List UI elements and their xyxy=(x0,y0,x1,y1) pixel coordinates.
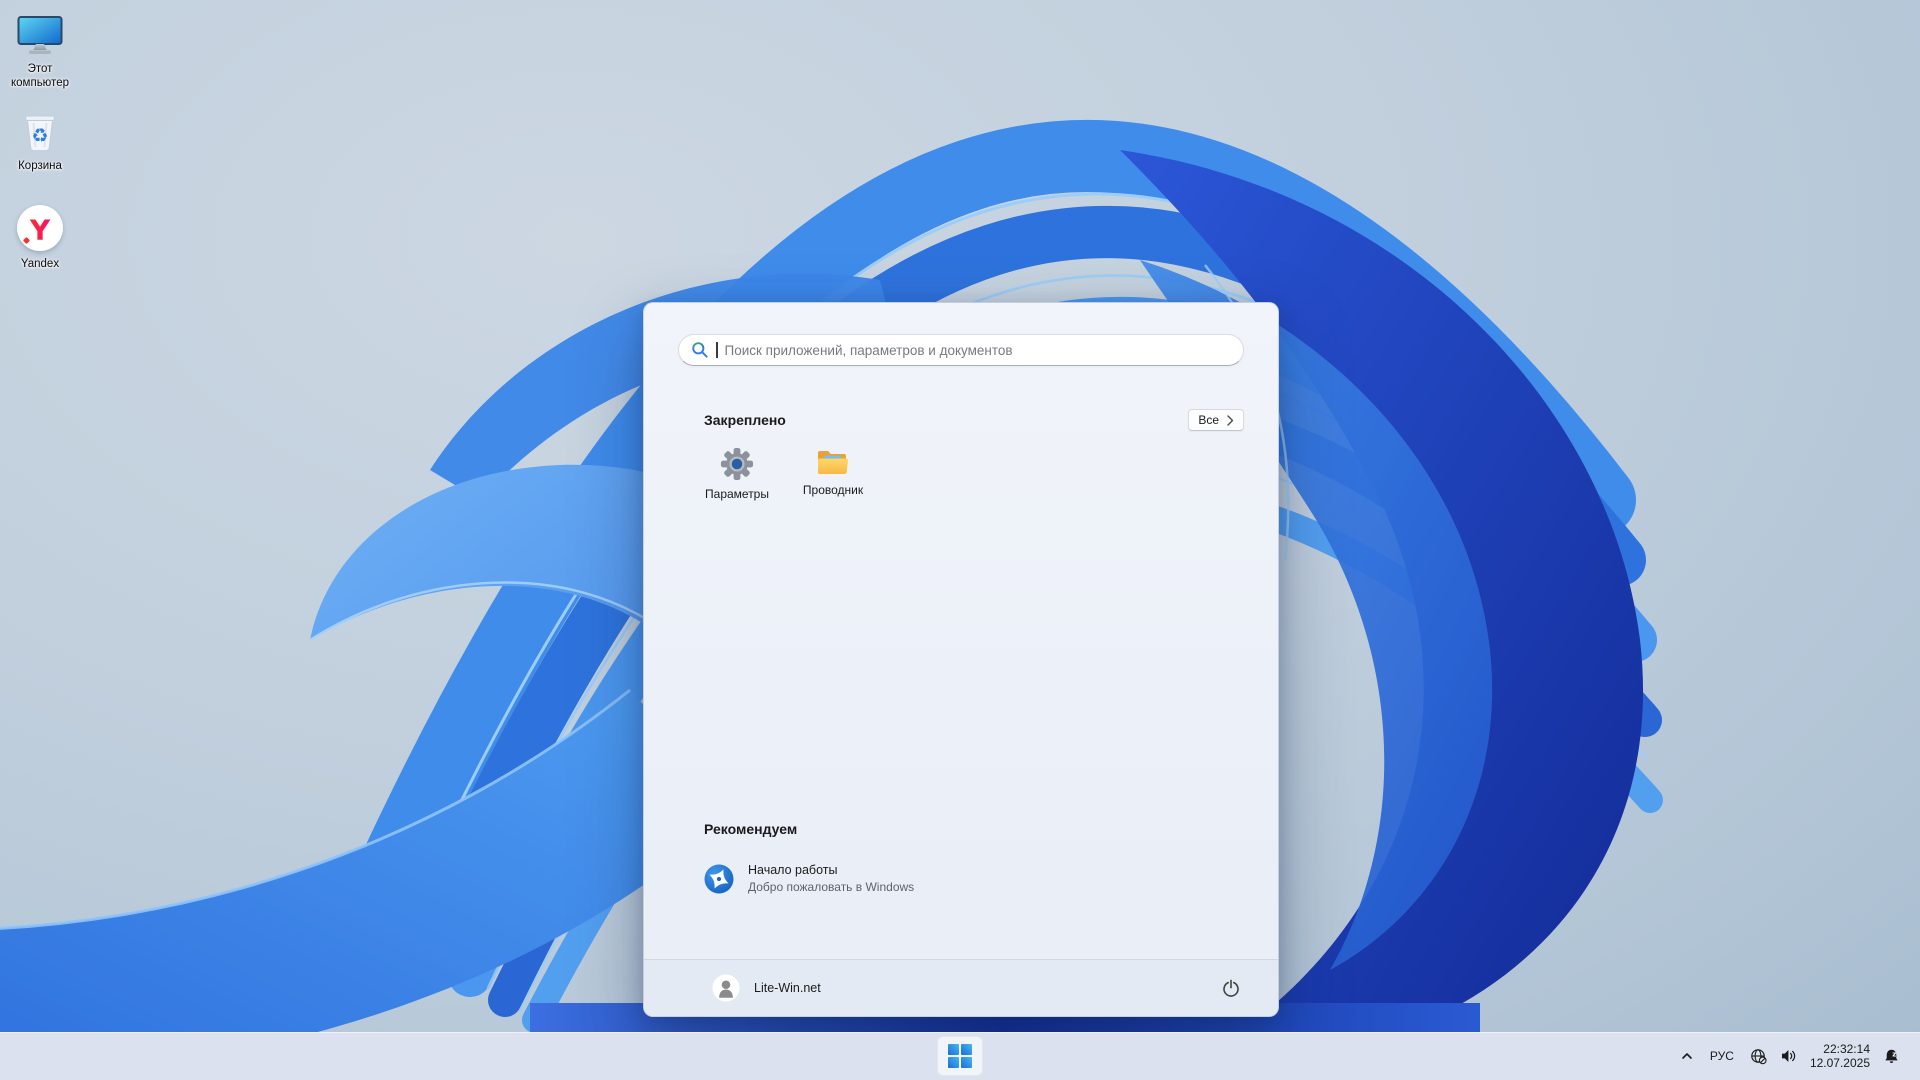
settings-gear-icon xyxy=(720,447,754,481)
tray-time: 22:32:14 xyxy=(1823,1042,1870,1056)
start-menu-empty-area xyxy=(644,526,1278,820)
yandex-browser-icon: Y xyxy=(17,201,63,255)
desktop-icon-label: Этот компьютер xyxy=(11,63,69,89)
computer-icon xyxy=(17,10,63,60)
desktop-icon-recycle-bin[interactable]: ♻ Корзина xyxy=(2,107,78,174)
all-button-label: Все xyxy=(1198,413,1219,427)
user-avatar-icon xyxy=(712,974,740,1002)
desktop-icon-label: Корзина xyxy=(18,160,62,172)
recommended-item-title: Начало работы xyxy=(748,863,838,877)
folder-explorer-icon xyxy=(818,451,849,475)
recommended-title: Рекомендуем xyxy=(704,820,798,837)
search-input[interactable] xyxy=(724,342,1231,358)
recommended-item-subtitle: Добро пожаловать в Windows xyxy=(748,880,915,894)
user-profile-button[interactable]: Lite-Win.net xyxy=(706,968,831,1008)
search-icon xyxy=(692,342,708,358)
get-started-icon xyxy=(704,864,734,893)
pinned-section-header: Закреплено Все xyxy=(644,409,1278,431)
tray-date: 12.07.2025 xyxy=(1809,1056,1870,1070)
pinned-app-label: Проводник xyxy=(802,483,864,497)
pinned-title: Закреплено xyxy=(704,412,786,428)
network-button[interactable] xyxy=(1750,1048,1767,1065)
desktop-icon-label: Yandex xyxy=(20,258,60,270)
chevron-up-icon xyxy=(1682,1053,1692,1059)
taskbar: РУС 22:32:14 12.07.2025 z xyxy=(0,1032,1920,1080)
chevron-right-icon xyxy=(1227,414,1234,426)
language-indicator[interactable]: РУС xyxy=(1707,1049,1737,1063)
notification-center-button[interactable]: z xyxy=(1883,1048,1900,1065)
svg-text:Y: Y xyxy=(29,214,51,247)
recommended-item-get-started[interactable]: Начало работы Добро пожаловать в Windows xyxy=(690,855,1244,902)
recommended-section-header: Рекомендуем xyxy=(644,820,1278,837)
globe-no-internet-icon xyxy=(1751,1048,1767,1064)
start-menu-footer: Lite-Win.net xyxy=(644,959,1278,1016)
svg-text:z: z xyxy=(1892,1050,1896,1058)
speaker-icon xyxy=(1781,1050,1796,1062)
svg-text:♻: ♻ xyxy=(31,125,48,147)
text-caret xyxy=(716,342,718,358)
system-tray: РУС 22:32:14 12.07.2025 z xyxy=(1680,1032,1920,1080)
pinned-app-settings[interactable]: Параметры xyxy=(689,440,785,526)
user-name-label: Lite-Win.net xyxy=(754,981,821,995)
volume-button[interactable] xyxy=(1780,1048,1797,1064)
pinned-app-explorer[interactable]: Проводник xyxy=(785,440,881,526)
start-menu-panel: Закреплено Все xyxy=(643,302,1279,1017)
tray-overflow-button[interactable] xyxy=(1680,1049,1694,1063)
recommended-item-text: Начало работы Добро пожаловать в Windows xyxy=(748,863,914,894)
desktop-icon-yandex[interactable]: Y Yandex xyxy=(2,201,78,272)
pinned-all-button[interactable]: Все xyxy=(1188,409,1244,431)
start-search-box[interactable] xyxy=(678,334,1244,366)
clock[interactable]: 22:32:14 12.07.2025 xyxy=(1810,1042,1870,1070)
desktop-icon-this-pc[interactable]: Этот компьютер xyxy=(2,10,78,91)
pinned-app-label: Параметры xyxy=(705,487,769,501)
pinned-apps-grid: Параметры Проводник xyxy=(644,440,1278,526)
power-button[interactable] xyxy=(1212,971,1250,1005)
power-icon xyxy=(1223,979,1239,997)
bell-dnd-icon: z xyxy=(1885,1049,1898,1063)
start-button[interactable] xyxy=(937,1036,983,1076)
windows-start-icon xyxy=(948,1044,972,1068)
recycle-bin-icon: ♻ xyxy=(20,107,60,157)
